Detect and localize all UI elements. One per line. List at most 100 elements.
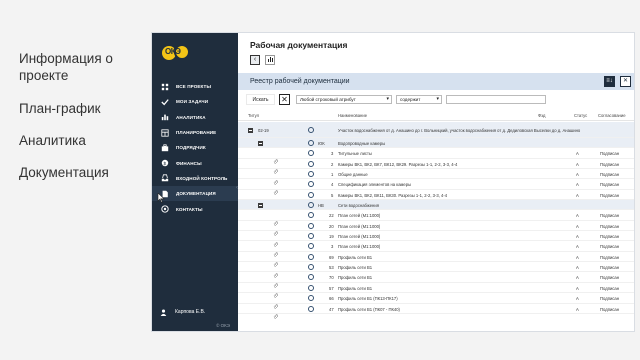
collapse-group-icon[interactable] <box>258 202 263 208</box>
field-select[interactable]: Любой строковый атрибут ▾ <box>296 95 392 104</box>
attachment-icon[interactable] <box>273 244 279 257</box>
table-row[interactable]: 1 Общие данные А Подписан <box>238 169 634 185</box>
sidebar-item-5[interactable]: $ ФИНАНСЫ <box>152 155 238 170</box>
sidebar-item-8[interactable]: КОНТАКТЫ <box>152 201 238 216</box>
attachment-icon[interactable] <box>273 192 279 205</box>
doc-status: А <box>576 234 579 240</box>
group-row[interactable]: 02-19 Участок водоснабжения от д. Анашино… <box>238 122 634 138</box>
briefcase-icon <box>160 143 169 152</box>
status-circle-icon[interactable] <box>308 212 314 219</box>
attachment-icon[interactable] <box>273 265 279 278</box>
doc-name: Профиль сети В1 (ПК13-ПК17) <box>338 296 398 302</box>
doc-status: А <box>576 172 579 178</box>
table-row[interactable]: 4 Спецификация элементов на камеры А Подпис… <box>238 179 634 195</box>
doc-approval: Подписан <box>600 161 620 167</box>
status-circle-icon[interactable] <box>308 127 314 133</box>
status-circle-icon[interactable] <box>308 243 314 250</box>
collapse-group-icon[interactable] <box>248 127 253 133</box>
status-circle-icon[interactable] <box>308 202 314 209</box>
status-circle-icon[interactable] <box>308 233 314 240</box>
doc-name: Профиль сети В1 <box>338 275 373 281</box>
doc-name: Профиль сети В1 <box>338 254 373 260</box>
table-row[interactable]: 3 Титульные листы А Подписан <box>238 148 634 164</box>
attachment-icon[interactable] <box>273 234 279 247</box>
doc-number: 53 <box>329 265 334 271</box>
table-row[interactable]: 20 План сетей (М1:1000) А Подписан <box>238 221 634 236</box>
attachment-icon[interactable] <box>273 213 279 226</box>
status-circle-icon[interactable] <box>308 171 314 178</box>
attachment-icon[interactable] <box>273 285 279 299</box>
table-row[interactable]: 19 План сетей (М1:1000) А Подписан <box>238 231 634 247</box>
group-row[interactable]: ЮК Водопроводные камеры <box>238 138 634 149</box>
table-row[interactable]: 69 Профиль сети В1 А Подписан <box>238 252 634 268</box>
filter-value-input[interactable] <box>446 95 546 104</box>
col-format[interactable]: Фзд <box>538 113 545 118</box>
status-circle-icon[interactable] <box>308 191 314 198</box>
doc-number: 70 <box>329 275 334 281</box>
attachment-icon[interactable] <box>273 172 279 185</box>
table-row[interactable]: 5 Камеры ВК1, ВК2, ВК11, ВК30. Разрезы 1-… <box>238 190 634 205</box>
doc-status: А <box>576 254 579 260</box>
status-circle-icon[interactable] <box>308 140 314 146</box>
status-circle-icon[interactable] <box>308 181 314 188</box>
doc-number: 66 <box>329 296 334 302</box>
group-row[interactable]: НВ Сети водоснабжения <box>238 200 634 211</box>
table-row[interactable]: 47 Профиль сети В1 (ПК07 - ПК40) А Подписан <box>238 304 634 319</box>
status-circle-icon[interactable] <box>308 264 314 271</box>
doc-status: А <box>576 223 579 229</box>
table-row[interactable]: 66 Профиль сети В1 (ПК13-ПК17) А Подписан <box>238 293 634 309</box>
table-row[interactable]: 53 Профиль сети В1 А Подписан <box>238 262 634 278</box>
col-title[interactable]: Титул <box>248 113 259 118</box>
sidebar-item-0[interactable]: ВСЕ ПРОЕКТЫ <box>152 79 238 94</box>
status-circle-icon[interactable] <box>308 150 314 157</box>
registry-panel: Реестр рабочей документации ≡↓ ✕ Искать … <box>238 73 634 331</box>
doc-number: 47 <box>329 306 334 312</box>
table-row[interactable]: 3 План сетей (М1:1000) А Подписан <box>238 241 634 257</box>
group-code: 02-19 <box>258 127 269 133</box>
doc-approval: Подписан <box>600 223 620 229</box>
table-row[interactable]: 57 Профиль сети В1 А Подписан <box>238 283 634 299</box>
analytics-chart-icon[interactable] <box>265 55 275 65</box>
attachment-icon[interactable] <box>273 182 279 195</box>
status-circle-icon[interactable] <box>308 253 314 260</box>
filter-bar: Искать ✕ Любой строковый атрибут ▾ содерж… <box>246 94 631 106</box>
attachment-icon[interactable] <box>273 306 279 319</box>
status-circle-icon[interactable] <box>308 274 314 281</box>
sidebar-item-4[interactable]: ПОДРЯДЧИК <box>152 140 238 155</box>
sidebar-item-3[interactable]: ПЛАНИРОВАНИЕ <box>152 125 238 140</box>
attachment-icon[interactable] <box>273 275 279 288</box>
col-name[interactable]: Наименование <box>338 113 367 118</box>
export-icon[interactable]: ≡↓ <box>604 76 615 87</box>
status-circle-icon[interactable] <box>308 305 314 312</box>
attachment-icon[interactable] <box>273 223 279 236</box>
col-approval[interactable]: Согласование <box>598 113 626 118</box>
status-circle-icon[interactable] <box>308 160 314 167</box>
attachment-icon[interactable] <box>273 151 279 164</box>
attachment-icon[interactable] <box>273 254 279 268</box>
attachment-icon[interactable] <box>273 161 279 174</box>
sidebar-item-1[interactable]: МОИ ЗАДАЧИ <box>152 94 238 109</box>
doc-approval: Подписан <box>600 244 620 250</box>
collapse-group-icon[interactable] <box>258 140 263 146</box>
user-menu[interactable]: Карпова Е.В. <box>152 305 238 319</box>
col-status[interactable]: Статус <box>574 113 587 118</box>
sidebar-item-6[interactable]: ВХОДНОЙ КОНТРОЛЬ <box>152 171 238 186</box>
table-row[interactable]: 2 Камеры ВК1, ВК2, ВК7, ВК12, ВК29. Разре… <box>238 159 634 174</box>
logo[interactable]: ОКЭ <box>162 43 190 63</box>
clear-filter-button[interactable]: ✕ <box>279 94 290 105</box>
doc-name: Общие данные <box>338 172 368 178</box>
doc-status: А <box>576 265 579 271</box>
close-panel-icon[interactable]: ✕ <box>620 76 631 87</box>
status-circle-icon[interactable] <box>308 295 314 302</box>
group-name: Сети водоснабжения <box>338 202 379 208</box>
sidebar-item-2[interactable]: АНАЛИТИКА <box>152 110 238 125</box>
table-row[interactable]: 22 План сетей (М1:1000) А Подписан <box>238 210 634 226</box>
attachment-icon[interactable] <box>273 296 279 309</box>
table-row[interactable]: 70 Профиль сети В1 А Подписан <box>238 272 634 288</box>
doc-approval: Подписан <box>600 265 620 271</box>
status-circle-icon[interactable] <box>308 284 314 291</box>
search-button[interactable]: Искать <box>246 94 275 105</box>
back-button[interactable]: ‹ <box>250 55 260 65</box>
operator-select[interactable]: содержит ▾ <box>396 95 442 104</box>
status-circle-icon[interactable] <box>308 222 314 229</box>
